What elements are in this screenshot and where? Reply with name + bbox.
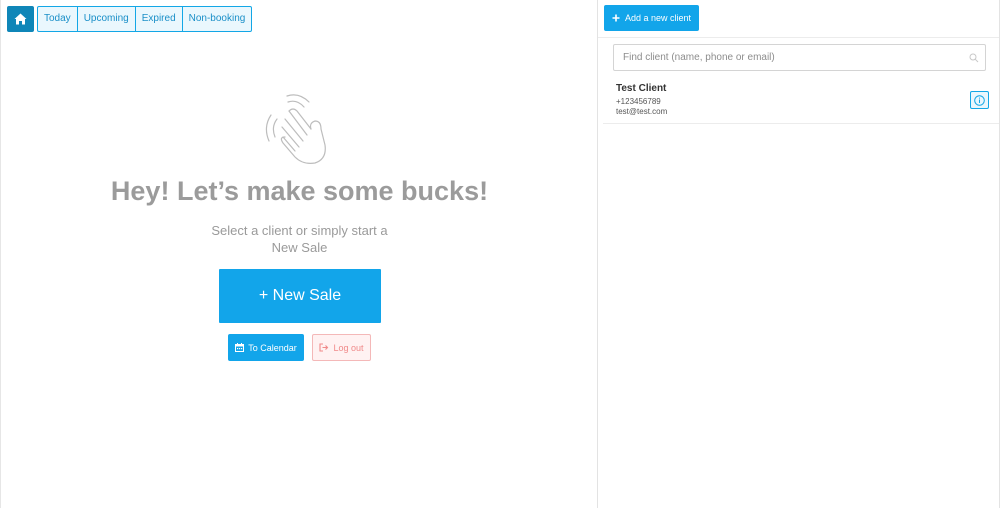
welcome-subtitle: Select a client or simply start a New Sa…	[211, 223, 388, 255]
client-panel: Add a new client Test Client +123456789 …	[597, 0, 1000, 508]
welcome-headline: Hey! Let’s make some bucks!	[110, 176, 489, 206]
tab-today[interactable]: Today	[38, 7, 77, 31]
add-client-label: Add a new client	[624, 13, 692, 23]
divider	[598, 37, 999, 38]
client-search-input[interactable]	[614, 45, 963, 70]
logout-label: Log out	[333, 342, 364, 353]
client-info-button[interactable]	[970, 91, 989, 109]
new-sale-button[interactable]: + New Sale	[219, 269, 381, 323]
home-icon	[14, 13, 27, 25]
waving-hand-icon	[265, 94, 326, 164]
tab-non-booking[interactable]: Non-booking	[181, 7, 252, 31]
calendar-icon	[235, 343, 245, 352]
plus-icon	[612, 14, 620, 22]
logout-button[interactable]: Log out	[312, 334, 371, 361]
search-icon[interactable]	[963, 53, 985, 63]
client-phone: +123456789	[616, 97, 661, 106]
to-calendar-button[interactable]: To Calendar	[228, 334, 304, 361]
to-calendar-label: To Calendar	[248, 342, 297, 353]
add-client-button[interactable]: Add a new client	[604, 5, 699, 31]
logout-icon	[319, 343, 329, 352]
info-icon	[974, 94, 985, 106]
tab-expired[interactable]: Expired	[134, 7, 182, 31]
client-search	[613, 44, 986, 71]
main-panel: Today Upcoming Expired Non-booking Hey! …	[0, 0, 597, 508]
filter-tabs: Today Upcoming Expired Non-booking	[37, 6, 253, 32]
client-list-item[interactable]: Test Client +123456789 test@test.com	[603, 80, 999, 124]
client-email: test@test.com	[616, 107, 668, 116]
client-name: Test Client	[616, 83, 667, 94]
home-button[interactable]	[7, 6, 34, 32]
tab-upcoming[interactable]: Upcoming	[76, 7, 135, 31]
